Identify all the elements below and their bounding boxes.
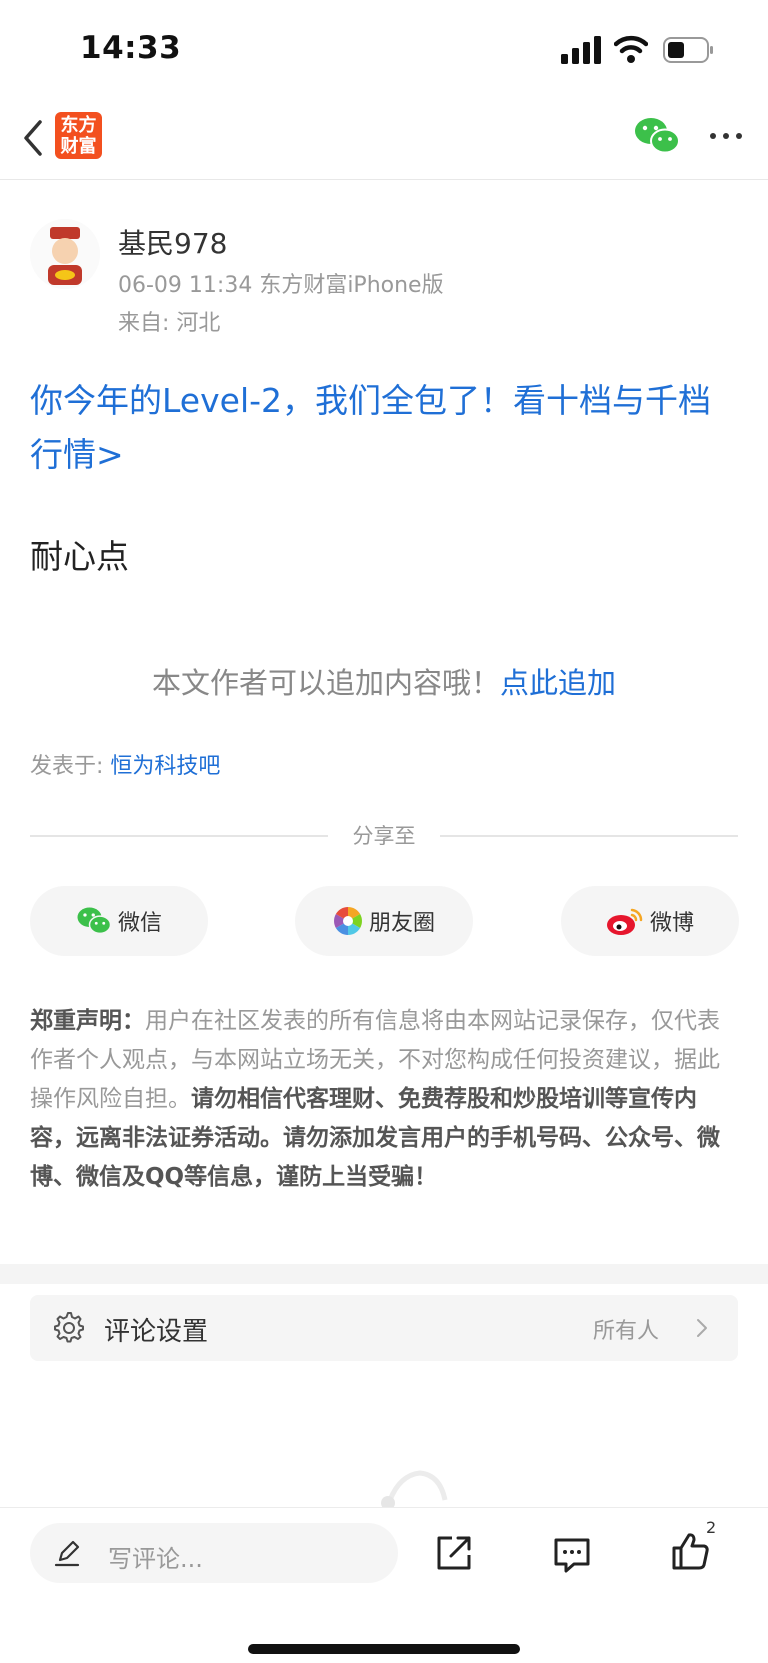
nav-bar: 东方 财富 — [0, 100, 768, 180]
share-moments-button[interactable]: 朋友圈 — [295, 886, 473, 956]
author-name[interactable]: 基民978 — [118, 222, 227, 262]
stock-bar-link[interactable]: 恒为科技吧 — [110, 754, 220, 779]
post-body: 耐心点 — [30, 537, 129, 576]
share-wechat-button[interactable]: 微信 — [30, 886, 208, 956]
append-row: 本文作者可以追加内容哦！点此追加 — [0, 660, 768, 702]
empty-comments-illustration — [381, 1470, 448, 1510]
disclaimer-label: 郑重声明： — [30, 1008, 145, 1034]
bottom-bar: 写评论... 2 — [0, 1507, 768, 1663]
wifi-icon — [614, 35, 648, 63]
comment-settings-label: 评论设置 — [104, 1317, 209, 1347]
home-indicator — [248, 1644, 520, 1654]
like-count: 2 — [706, 1518, 717, 1537]
gear-icon — [54, 1312, 84, 1343]
weibo-icon — [606, 908, 643, 935]
more-icon[interactable] — [705, 118, 747, 154]
share-moments-label: 朋友圈 — [368, 911, 435, 936]
share-weibo-label: 微博 — [649, 911, 694, 936]
posted-in: 发表于: 恒为科技吧 — [30, 748, 220, 780]
signal-icon — [561, 36, 601, 64]
share-icon[interactable] — [434, 1533, 474, 1573]
share-weibo-button[interactable]: 微博 — [561, 886, 739, 956]
comment-settings-value: 所有人 — [593, 1319, 660, 1344]
share-wechat-label: 微信 — [117, 911, 162, 936]
posted-in-label: 发表于: — [30, 754, 111, 779]
divider-line-right — [440, 835, 738, 837]
post-meta: 06-09 11:34 东方财富iPhone版 — [118, 273, 444, 298]
share-title: 分享至 — [352, 824, 416, 848]
comment-input[interactable]: 写评论... — [30, 1523, 398, 1583]
disclaimer: 郑重声明：用户在社区发表的所有信息将由本网站记录保存，仅代表作者个人观点，与本网… — [30, 1002, 740, 1197]
status-time: 14:33 — [80, 30, 182, 66]
status-bar: 14:33 — [0, 0, 768, 100]
divider-line-left — [30, 835, 328, 837]
comment-settings-row[interactable]: 评论设置 所有人 — [30, 1295, 738, 1361]
share-divider: 分享至 — [30, 818, 738, 852]
logo-line-1: 东方 — [60, 115, 97, 136]
avatar[interactable] — [30, 219, 100, 289]
avatar-image — [30, 219, 100, 289]
back-icon[interactable] — [14, 110, 54, 166]
logo-line-2: 财富 — [60, 136, 97, 157]
post-location: 来自: 河北 — [118, 311, 221, 336]
append-link[interactable]: 点此追加 — [500, 666, 616, 700]
comment-icon[interactable] — [552, 1534, 592, 1574]
moments-icon — [334, 907, 362, 935]
app-logo: 东方 财富 — [55, 112, 102, 159]
battery-icon — [663, 37, 713, 63]
append-text: 本文作者可以追加内容哦！ — [151, 666, 500, 700]
level2-promo-link[interactable]: 你今年的Level-2，我们全包了！看十档与千档行情> — [30, 374, 740, 482]
comment-placeholder: 写评论... — [108, 1545, 203, 1573]
wechat-icon — [77, 907, 112, 935]
pen-icon — [54, 1540, 80, 1567]
chevron-right-icon — [697, 1319, 707, 1337]
wechat-icon[interactable] — [634, 116, 680, 156]
section-separator — [0, 1264, 768, 1284]
